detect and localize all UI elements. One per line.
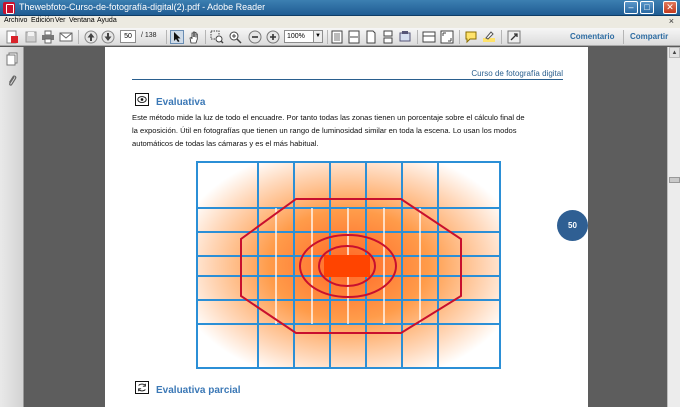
toolbar: 50 / 138 100% ▼ Comentario Compartir xyxy=(0,28,680,46)
toolbar-separator xyxy=(623,30,624,44)
partial-metering-icon xyxy=(135,381,149,394)
select-tool-icon[interactable] xyxy=(170,30,184,44)
zoom-dynamic-icon[interactable] xyxy=(228,30,242,44)
maximize-button[interactable]: □ xyxy=(640,1,654,14)
adobe-reader-icon xyxy=(3,2,15,14)
toolbar-separator xyxy=(78,30,79,44)
fit-width-icon[interactable] xyxy=(347,30,361,44)
create-pdf-icon[interactable] xyxy=(5,30,19,44)
page-number-badge: 50 xyxy=(557,210,588,241)
print-icon[interactable] xyxy=(41,30,55,44)
evaluative-metering-icon xyxy=(135,93,149,106)
tools-expand-icon[interactable] xyxy=(507,30,521,44)
navigation-pane xyxy=(0,47,24,407)
toolbar-separator xyxy=(327,30,328,44)
highlight-icon[interactable] xyxy=(482,30,496,44)
close-document-icon[interactable]: × xyxy=(669,16,674,26)
marquee-zoom-icon[interactable] xyxy=(210,30,224,44)
menu-bar: Archivo Edición Ver Ventana Ayuda × xyxy=(0,16,680,28)
document-viewport[interactable]: Curso de fotografía digital Evaluativa E… xyxy=(25,47,667,407)
toolbar-separator xyxy=(417,30,418,44)
page-number-input[interactable]: 50 xyxy=(120,30,136,43)
previous-page-icon[interactable] xyxy=(84,30,98,44)
hand-tool-icon[interactable] xyxy=(187,30,201,44)
center-zone xyxy=(324,255,370,277)
pdf-page: Curso de fotografía digital Evaluativa E… xyxy=(105,47,588,407)
menu-archivo[interactable]: Archivo xyxy=(4,17,27,24)
attachments-icon[interactable] xyxy=(6,74,18,88)
save-icon[interactable] xyxy=(24,30,38,44)
menu-ayuda[interactable]: Ayuda xyxy=(97,17,117,24)
vertical-scrollbar[interactable]: ▲ xyxy=(667,47,680,407)
zoom-level-input[interactable]: 100% xyxy=(284,30,314,43)
read-mode-icon[interactable] xyxy=(398,30,412,44)
page-header: Curso de fotografía digital xyxy=(471,69,563,78)
menu-edicion[interactable]: Edición xyxy=(31,17,54,24)
title-bar: Thewebfoto-Curso-de-fotografía-digital(2… xyxy=(0,0,680,16)
menu-ventana[interactable]: Ventana xyxy=(69,17,95,24)
paragraph-line: Este método mide la luz de todo el encua… xyxy=(132,113,525,122)
email-icon[interactable] xyxy=(59,30,73,44)
sticky-note-icon[interactable] xyxy=(464,30,478,44)
zoom-out-icon[interactable] xyxy=(248,30,262,44)
toolbar-separator xyxy=(459,30,460,44)
two-page-icon[interactable] xyxy=(422,30,436,44)
section-title-evaluativa-parcial: Evaluativa parcial xyxy=(156,385,241,396)
zoom-dropdown-icon[interactable]: ▼ xyxy=(314,30,323,43)
zoom-in-icon[interactable] xyxy=(266,30,280,44)
paragraph-line: automáticos de todas las cámaras y es el… xyxy=(132,139,319,148)
page-thumbnails-icon[interactable] xyxy=(6,52,18,66)
toolbar-separator xyxy=(205,30,206,44)
section-title-evaluativa: Evaluativa xyxy=(156,97,206,108)
full-screen-icon[interactable] xyxy=(440,30,454,44)
toolbar-separator xyxy=(501,30,502,44)
minimize-button[interactable]: – xyxy=(624,1,638,14)
header-rule xyxy=(132,79,563,80)
scroll-thumb[interactable] xyxy=(669,177,680,183)
window-title: Thewebfoto-Curso-de-fotografía-digital(2… xyxy=(19,2,266,12)
page-total: / 138 xyxy=(141,32,157,39)
comment-button[interactable]: Comentario xyxy=(570,32,614,41)
fit-page-icon[interactable] xyxy=(330,30,344,44)
continuous-page-icon[interactable] xyxy=(381,30,395,44)
scroll-up-arrow-icon[interactable]: ▲ xyxy=(669,47,680,58)
menu-ver[interactable]: Ver xyxy=(55,17,66,24)
share-button[interactable]: Compartir xyxy=(630,32,668,41)
evaluative-metering-diagram xyxy=(196,161,501,369)
next-page-icon[interactable] xyxy=(101,30,115,44)
single-page-icon[interactable] xyxy=(364,30,378,44)
close-window-button[interactable]: ✕ xyxy=(663,1,677,14)
paragraph-line: la exposición. Útil en fotografías que t… xyxy=(132,126,517,135)
toolbar-separator xyxy=(166,30,167,44)
